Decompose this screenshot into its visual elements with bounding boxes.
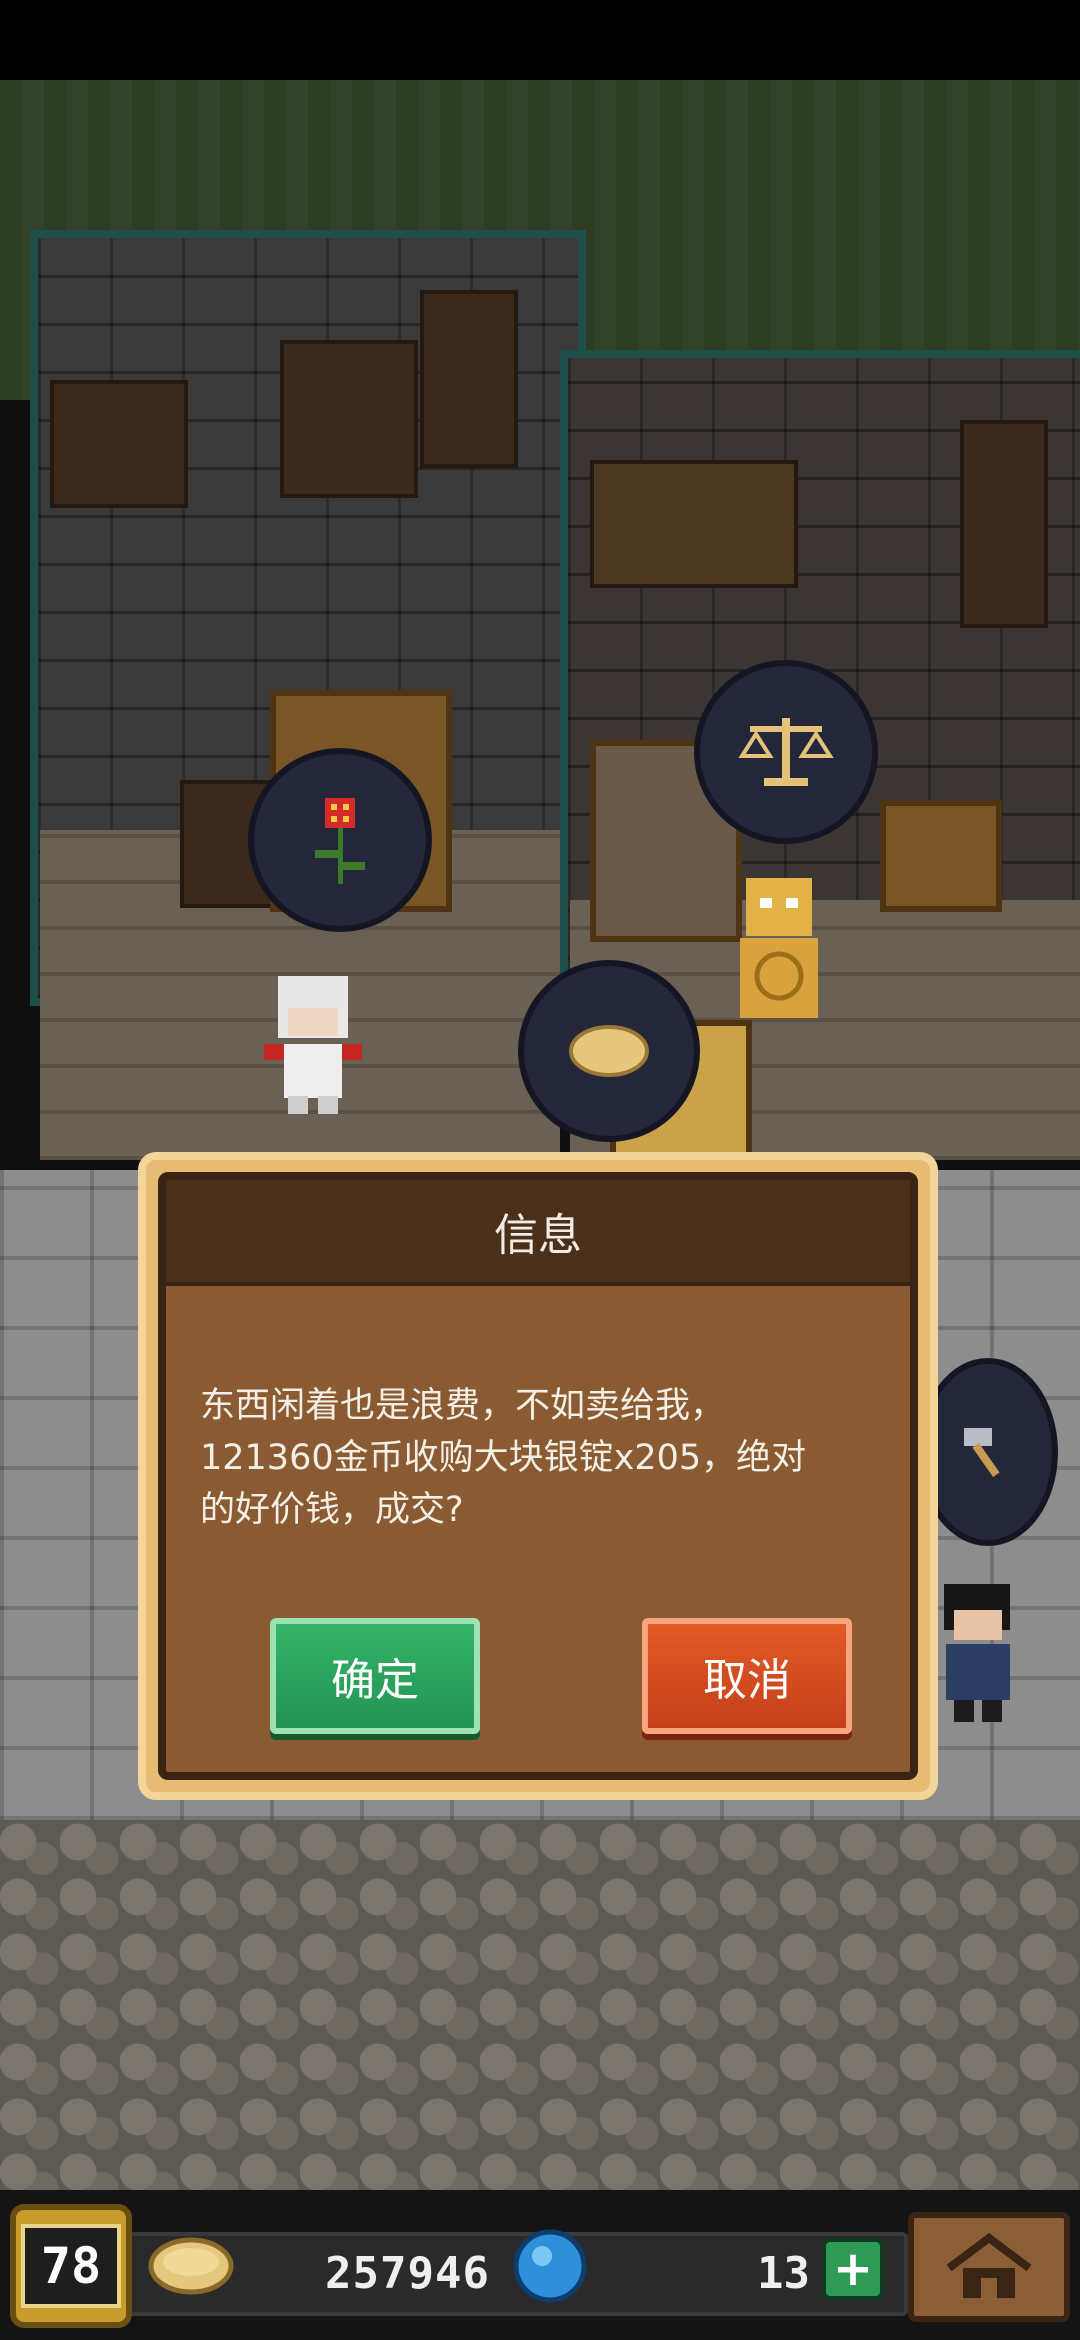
confirm-button[interactable]: 确定: [270, 1618, 480, 1734]
bottom-hud: 78 257946 13 +: [0, 2190, 1080, 2340]
level-value: 78: [21, 2224, 121, 2308]
status-bar: [0, 0, 1080, 80]
plus-icon: +: [832, 2241, 874, 2297]
gem-count: 13: [757, 2248, 810, 2299]
dialog-body: 信息 东西闲着也是浪费，不如卖给我， 121360金币收购大块银锭x205，绝对…: [158, 1172, 918, 1780]
info-dialog: 信息 东西闲着也是浪费，不如卖给我， 121360金币收购大块银锭x205，绝对…: [138, 1152, 938, 1800]
storage-crate: [420, 290, 518, 468]
white-haired-npc[interactable]: [258, 968, 368, 1118]
gold-count: 257946: [325, 2248, 490, 2299]
request-bubble-scales[interactable]: [694, 660, 878, 844]
add-gems-button[interactable]: +: [822, 2238, 884, 2300]
dark-haired-npc[interactable]: [938, 1584, 1018, 1724]
golden-robot-npc[interactable]: [724, 872, 834, 1032]
gem-icon: [513, 2229, 587, 2303]
level-badge[interactable]: 78: [10, 2204, 132, 2328]
coin-icon: [148, 2237, 234, 2295]
dialog-title: 信息: [494, 1210, 582, 1261]
hammer-icon: [964, 1428, 1000, 1478]
storage-crate: [280, 340, 418, 498]
wooden-stand: [880, 800, 1002, 912]
request-bubble-flower[interactable]: [248, 748, 432, 932]
request-bubble-hammer[interactable]: [918, 1358, 1058, 1546]
dialog-header: 信息: [166, 1180, 910, 1286]
bread-icon: [569, 1025, 649, 1077]
home-icon: [946, 2233, 1032, 2298]
storage-crate: [50, 380, 188, 508]
scales-icon: [738, 718, 834, 786]
dialog-message: 东西闲着也是浪费，不如卖给我， 121360金币收购大块银锭x205，绝对 的好…: [200, 1386, 807, 1530]
cobblestone-road: [0, 1820, 1080, 2200]
cancel-button[interactable]: 取消: [642, 1618, 852, 1734]
storage-crate: [960, 420, 1048, 628]
storage-crate: [590, 460, 798, 588]
request-bubble-bread[interactable]: [518, 960, 700, 1142]
flower-icon: [315, 798, 365, 884]
home-button[interactable]: [908, 2212, 1070, 2322]
game-screen: 信息 东西闲着也是浪费，不如卖给我， 121360金币收购大块银锭x205，绝对…: [0, 0, 1080, 2340]
